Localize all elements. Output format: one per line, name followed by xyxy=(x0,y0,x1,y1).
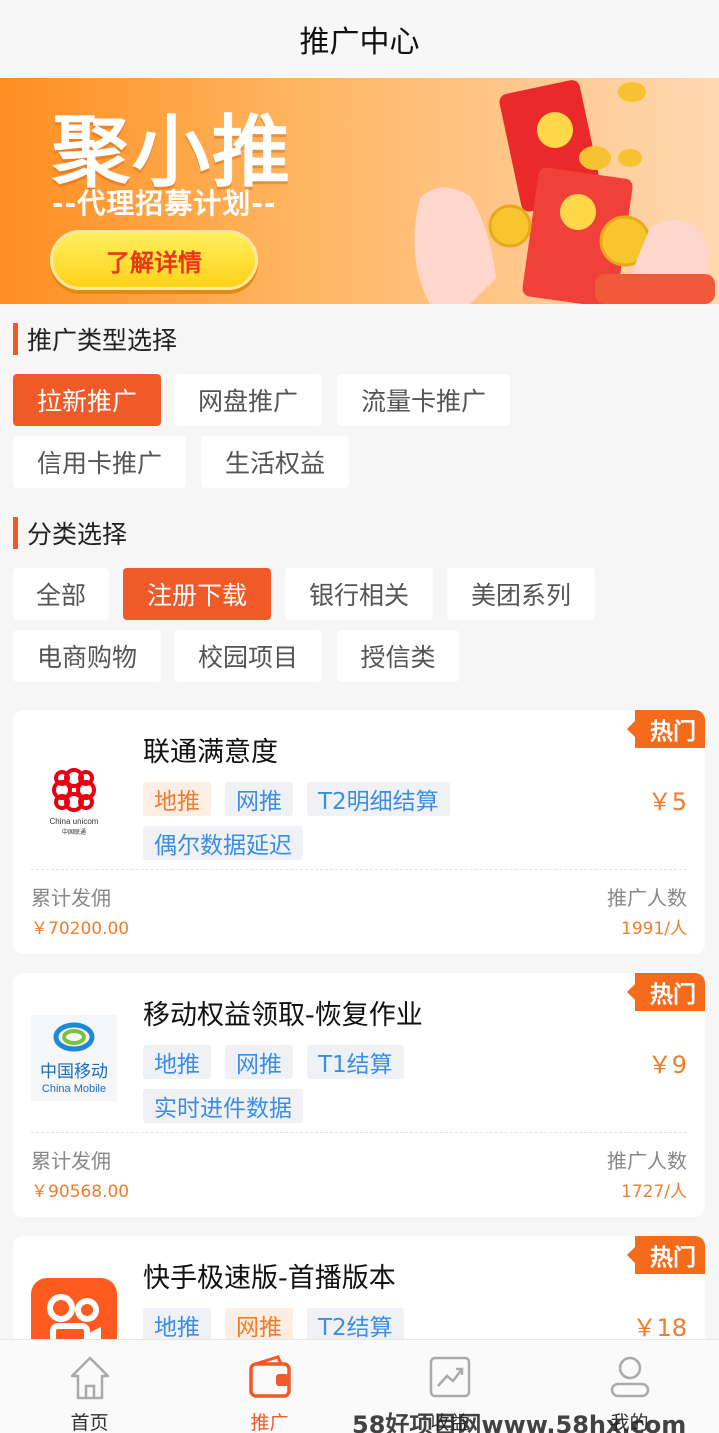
hands-red-envelope-illustration xyxy=(414,80,715,304)
unicom-logo-subtext: 中国联通 xyxy=(62,828,86,836)
chip-creditcard-promo[interactable]: 信用卡推广 xyxy=(13,436,186,488)
mobile-logo-subtext: China Mobile xyxy=(42,1083,106,1095)
unicom-logo-text: China unicom xyxy=(50,817,99,826)
tag-data-delay: 偶尔数据延迟 xyxy=(143,826,303,860)
tag-settlement: T1结算 xyxy=(307,1045,404,1079)
tag-online-promo: 网推 xyxy=(225,782,293,816)
page-title: 推广中心 xyxy=(299,25,420,60)
chip-category-bank[interactable]: 银行相关 xyxy=(285,568,433,620)
china-mobile-logo: 中国移动 China Mobile xyxy=(31,1015,117,1101)
mobile-logo-text: 中国移动 xyxy=(40,1062,108,1082)
promoters-value: 1991/人 xyxy=(621,919,687,939)
chip-life-benefits[interactable]: 生活权益 xyxy=(201,436,349,488)
tab-home-label: 首页 xyxy=(70,1412,109,1433)
tag-ground-promo: 地推 xyxy=(143,1308,211,1339)
commission-value: ￥90568.00 xyxy=(31,1182,130,1202)
card-price: ￥18 xyxy=(632,1314,687,1339)
tag-realtime-data: 实时进件数据 xyxy=(143,1089,303,1123)
banner-subtitle: --代理招募计划-- xyxy=(52,187,277,220)
chip-datacard-promo[interactable]: 流量卡推广 xyxy=(337,374,510,426)
tag-ground-promo: 地推 xyxy=(143,1045,211,1079)
card-title: 快手极速版-首播版本 xyxy=(143,1263,396,1294)
chip-lahin-promo[interactable]: 拉新推广 xyxy=(13,374,161,426)
category-title-text: 分类选择 xyxy=(27,520,128,549)
card-divider xyxy=(31,869,687,870)
tab-promote[interactable]: 推广 xyxy=(180,1340,359,1433)
card-title: 移动权益领取-恢复作业 xyxy=(143,1000,423,1031)
card-title: 联通满意度 xyxy=(143,737,278,768)
promo-type-title-text: 推广类型选择 xyxy=(27,326,178,355)
card-price: ￥9 xyxy=(647,1051,687,1079)
tag-online-promo: 网推 xyxy=(225,1045,293,1079)
task-card-kuaishou[interactable]: 热门 快手极速版-首播版本 地推 网推 T2结算 ￥18 xyxy=(13,1236,705,1339)
promoters-label: 推广人数 xyxy=(607,886,687,910)
chart-icon xyxy=(429,1356,471,1398)
commission-value: ￥70200.00 xyxy=(31,919,130,939)
tag-ground-promo: 地推 xyxy=(143,782,211,816)
chip-category-meituan[interactable]: 美团系列 xyxy=(447,568,595,620)
user-icon xyxy=(610,1356,650,1398)
commission-label: 累计发佣 xyxy=(31,886,111,910)
task-card-china-mobile[interactable]: 热门 中国移动 China Mobile 移动权益领取-恢复作业 地推 网推 T… xyxy=(13,973,705,1217)
learn-more-button[interactable]: 了解详情 xyxy=(50,230,258,290)
category-section-title: 分类选择 xyxy=(13,516,127,550)
promo-type-section-title: 推广类型选择 xyxy=(13,322,177,356)
wallet-icon xyxy=(249,1355,291,1398)
tab-promote-label: 推广 xyxy=(250,1412,289,1433)
tab-home[interactable]: 首页 xyxy=(0,1340,179,1433)
chip-category-register-download[interactable]: 注册下载 xyxy=(123,568,271,620)
china-unicom-logo: China unicom 中国联通 xyxy=(31,754,117,840)
page-header: 推广中心 xyxy=(0,0,719,78)
promoters-label: 推广人数 xyxy=(607,1149,687,1173)
hot-badge: 热门 xyxy=(627,710,705,748)
card-divider xyxy=(31,1132,687,1133)
chip-category-ecommerce[interactable]: 电商购物 xyxy=(13,630,161,682)
tag-settlement: T2明细结算 xyxy=(307,782,450,816)
kuaishou-logo xyxy=(31,1278,117,1339)
tag-settlement: T2结算 xyxy=(307,1308,404,1339)
card-price: ￥5 xyxy=(647,788,687,816)
site-watermark: 58好项目网www.58hx.com xyxy=(352,1411,687,1433)
task-card-unicom[interactable]: 热门 China unicom 中国联通 联通满意度 地推 网推 T2明细结算 … xyxy=(13,710,705,954)
home-icon xyxy=(70,1356,110,1400)
promoters-value: 1727/人 xyxy=(621,1182,687,1202)
chip-category-campus[interactable]: 校园项目 xyxy=(174,630,322,682)
chip-category-credit[interactable]: 授信类 xyxy=(337,630,459,682)
chip-category-all[interactable]: 全部 xyxy=(13,568,109,620)
hot-badge: 热门 xyxy=(627,973,705,1011)
tag-online-promo: 网推 xyxy=(225,1308,293,1339)
commission-label: 累计发佣 xyxy=(31,1149,111,1173)
chip-netdisk-promo[interactable]: 网盘推广 xyxy=(174,374,322,426)
promo-banner[interactable]: 聚小推 --代理招募计划-- 了解详情 xyxy=(0,78,719,304)
hot-badge: 热门 xyxy=(627,1236,705,1274)
